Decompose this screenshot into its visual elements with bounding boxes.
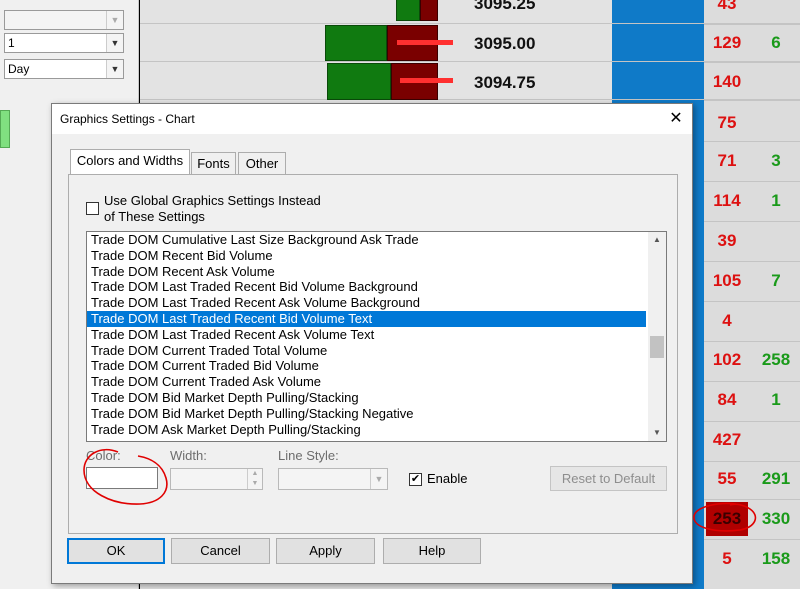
width-label: Width: bbox=[170, 448, 207, 463]
ask-volume: 6 bbox=[771, 33, 781, 52]
bid-volume: 75 bbox=[717, 113, 737, 132]
color-label: Color: bbox=[86, 448, 121, 463]
ask-volume: 1 bbox=[771, 191, 781, 210]
use-global-settings-checkbox[interactable] bbox=[86, 202, 99, 215]
ask-volume: 3 bbox=[771, 151, 781, 170]
list-item[interactable]: Trade DOM Current Traded Bid Volume bbox=[87, 358, 646, 374]
bid-volume: 84 bbox=[717, 390, 737, 409]
ask-volume: 1 bbox=[771, 390, 781, 409]
combo-interval-value: 1 bbox=[8, 36, 15, 50]
list-item[interactable]: Trade DOM Ask Market Depth Pulling/Stack… bbox=[87, 422, 646, 438]
ladder-row bbox=[140, 24, 800, 62]
last-trade-marker bbox=[400, 78, 453, 83]
combo-top[interactable]: ▼ bbox=[4, 10, 124, 30]
bid-volume: 427 bbox=[712, 430, 742, 449]
ask-volume: 258 bbox=[761, 350, 791, 369]
list-item[interactable]: Trade DOM Recent Bid Volume bbox=[87, 248, 646, 264]
dialog-titlebar[interactable]: Graphics Settings - Chart ✕ bbox=[52, 104, 692, 134]
bid-volume: 39 bbox=[717, 231, 737, 250]
reset-to-default-button[interactable]: Reset to Default bbox=[550, 466, 667, 491]
list-item-selected[interactable]: Trade DOM Last Traded Recent Bid Volume … bbox=[87, 310, 646, 327]
chevron-down-icon[interactable]: ▼ bbox=[106, 34, 123, 52]
list-item[interactable]: Trade DOM Current Traded Total Volume bbox=[87, 343, 646, 359]
ask-depth-bar bbox=[420, 0, 438, 21]
bid-depth-bar bbox=[327, 63, 391, 100]
use-global-settings-label: Use Global Graphics Settings Instead bbox=[104, 193, 321, 208]
bid-volume: 253 bbox=[712, 509, 742, 528]
tab-colors-and-widths[interactable]: Colors and Widths bbox=[70, 149, 190, 174]
ok-button[interactable]: OK bbox=[67, 538, 165, 564]
close-icon[interactable]: ✕ bbox=[664, 108, 688, 130]
enable-checkbox[interactable]: ✔ bbox=[409, 473, 422, 486]
graphics-item-list[interactable]: Trade DOM Cumulative Last Size Backgroun… bbox=[86, 231, 667, 442]
list-item[interactable]: Trade DOM Current Traded Ask Volume bbox=[87, 374, 646, 390]
last-trade-marker bbox=[397, 40, 453, 45]
stepper-arrows-icon[interactable]: ▲ ▼ bbox=[247, 469, 262, 489]
list-item[interactable]: Trade DOM Bid Market Depth Pulling/Stack… bbox=[87, 390, 646, 406]
bid-volume: 55 bbox=[717, 469, 737, 488]
bid-volume: 140 bbox=[712, 72, 742, 91]
scroll-thumb[interactable] bbox=[650, 336, 664, 358]
line-style-label: Line Style: bbox=[278, 448, 339, 463]
list-item[interactable]: Trade DOM Last Traded Recent Bid Volume … bbox=[87, 279, 646, 295]
scroll-up-icon[interactable]: ▲ bbox=[648, 232, 666, 248]
list-scrollbar[interactable]: ▲ ▼ bbox=[648, 232, 666, 441]
chevron-down-icon[interactable]: ▼ bbox=[106, 60, 123, 78]
bid-depth-bar bbox=[325, 25, 387, 61]
combo-unit-value: Day bbox=[8, 62, 30, 76]
cancel-button[interactable]: Cancel bbox=[171, 538, 270, 564]
bid-volume: 4 bbox=[722, 311, 732, 330]
combo-interval[interactable]: 1 ▼ bbox=[4, 33, 124, 53]
tab-fonts[interactable]: Fonts bbox=[191, 152, 236, 174]
price-label: 3095.25 bbox=[474, 0, 536, 13]
color-swatch[interactable] bbox=[86, 467, 158, 489]
bid-volume: 43 bbox=[717, 0, 737, 13]
ladder-row bbox=[140, 0, 800, 24]
list-item[interactable]: Trade DOM Recent Ask Volume bbox=[87, 264, 646, 280]
price-label: 3094.75 bbox=[474, 73, 536, 92]
chevron-down-icon[interactable]: ▼ bbox=[106, 11, 123, 29]
ask-volume: 291 bbox=[761, 469, 791, 488]
bid-volume: 71 bbox=[717, 151, 737, 170]
bid-depth-bar bbox=[396, 0, 420, 21]
line-style-select[interactable]: ▼ bbox=[278, 468, 388, 490]
ladder-row bbox=[140, 62, 800, 100]
list-item[interactable]: Trade DOM Bid Market Depth Pulling/Stack… bbox=[87, 406, 646, 422]
price-label: 3095.00 bbox=[474, 34, 536, 53]
list-item[interactable]: Trade DOM Last Traded Recent Ask Volume … bbox=[87, 327, 646, 343]
apply-button[interactable]: Apply bbox=[276, 538, 375, 564]
chevron-down-icon[interactable]: ▼ bbox=[370, 469, 387, 489]
bid-volume: 105 bbox=[712, 271, 742, 290]
graphics-settings-dialog: Graphics Settings - Chart ✕ Colors and W… bbox=[51, 103, 693, 584]
bid-volume: 102 bbox=[712, 350, 742, 369]
bid-volume: 5 bbox=[722, 549, 732, 568]
green-button[interactable] bbox=[0, 110, 10, 148]
list-item[interactable]: Trade DOM Last Traded Recent Ask Volume … bbox=[87, 295, 646, 311]
scroll-down-icon[interactable]: ▼ bbox=[648, 425, 666, 441]
combo-unit[interactable]: Day ▼ bbox=[4, 59, 124, 79]
tab-other[interactable]: Other bbox=[238, 152, 286, 174]
ask-volume: 330 bbox=[761, 509, 791, 528]
list-item[interactable]: Trade DOM Cumulative Last Size Backgroun… bbox=[87, 232, 646, 248]
bid-volume: 129 bbox=[712, 33, 742, 52]
ask-volume: 7 bbox=[771, 271, 781, 290]
help-button[interactable]: Help bbox=[383, 538, 481, 564]
enable-label: Enable bbox=[427, 471, 468, 486]
width-stepper[interactable]: ▲ ▼ bbox=[170, 468, 263, 490]
ask-volume: 158 bbox=[761, 549, 791, 568]
use-global-settings-label-line2: of These Settings bbox=[104, 209, 205, 224]
dialog-title: Graphics Settings - Chart bbox=[60, 112, 195, 126]
bid-volume: 114 bbox=[713, 191, 741, 210]
